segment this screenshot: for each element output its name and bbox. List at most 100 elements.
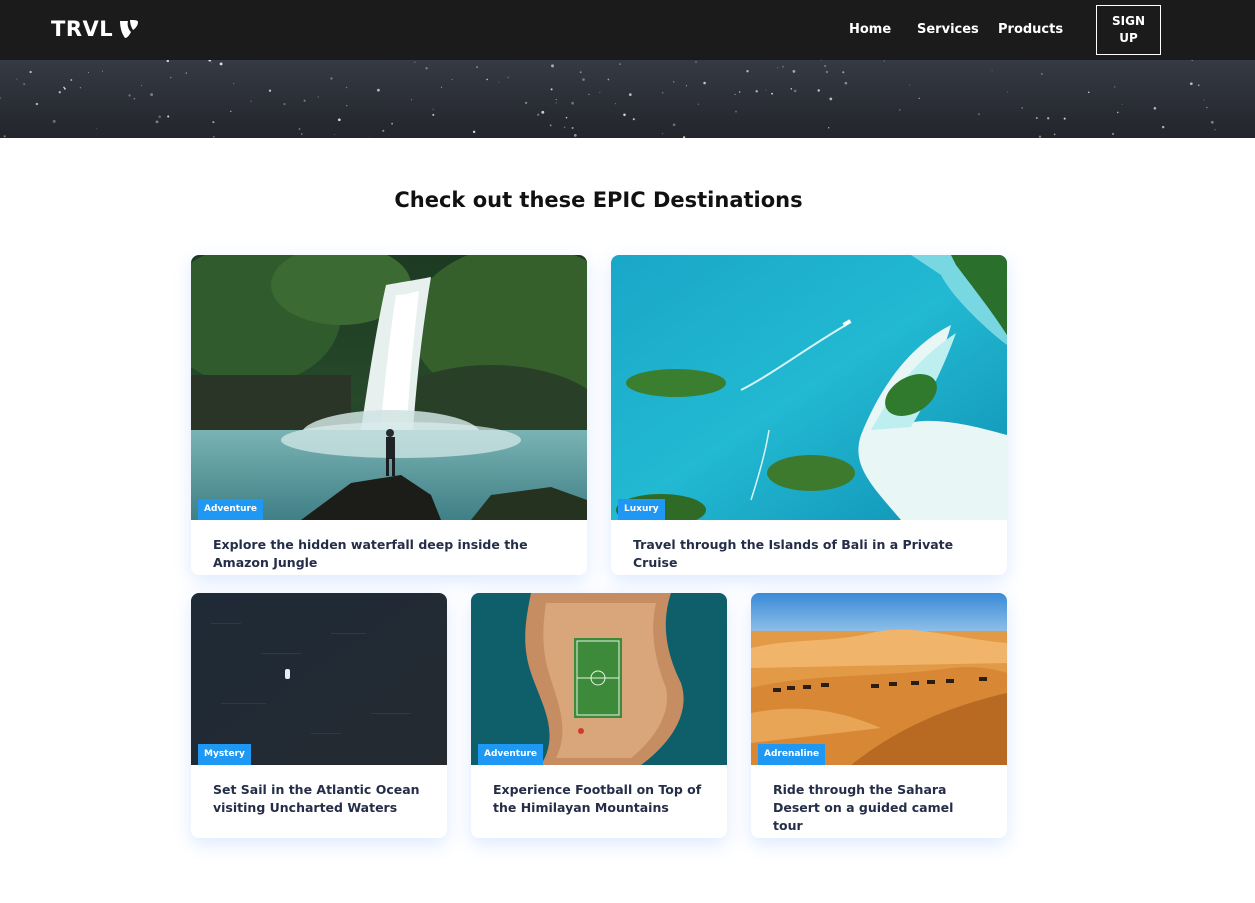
star [697,103,699,105]
navbar: TRVL Home Services Products SIGN UP [0,0,1255,60]
star [536,113,540,116]
star [771,92,774,95]
destination-card-atlantic[interactable]: Mystery Set Sail in the Atlantic Ocean v… [191,593,447,838]
star [70,79,73,81]
signup-button[interactable]: SIGN UP [1096,5,1161,55]
star [588,93,590,96]
star [817,89,820,92]
nav-link-services[interactable]: Services [917,22,979,37]
star [1041,73,1043,75]
logo-link[interactable]: TRVL [51,17,139,41]
star [486,78,488,81]
destination-card-sahara[interactable]: Adrenaline Ride through the Sahara Deser… [751,593,1007,838]
star [1112,133,1114,135]
star [1189,82,1193,86]
star [133,97,136,100]
star [623,113,626,117]
star [1087,91,1090,94]
star [79,87,82,89]
star [820,60,822,62]
star [555,99,557,100]
category-badge: Adventure [478,744,544,765]
star [1210,120,1214,124]
star [369,137,370,138]
category-badge: Luxury [618,499,665,520]
star [158,115,162,119]
star [777,67,779,69]
star [1117,111,1119,114]
star [1047,117,1050,120]
star [1206,106,1208,109]
card-title: Set Sail in the Atlantic Ocean visiting … [213,782,420,815]
star [571,126,574,130]
star [29,70,32,74]
star [498,81,500,83]
star [166,60,170,63]
star [298,128,301,130]
star [793,89,797,93]
star [524,101,528,105]
star [425,67,428,70]
star [563,126,566,129]
star [662,133,664,135]
star [63,87,66,90]
star [978,113,980,115]
star [672,123,676,127]
star [212,121,215,124]
star [476,66,479,69]
star [451,78,453,81]
star [632,118,635,121]
star [1053,133,1056,136]
star [88,72,89,74]
star [1191,60,1193,61]
star [695,61,697,63]
nav-link-products[interactable]: Products [998,22,1063,37]
star [432,113,435,116]
star [842,71,845,74]
card-title: Travel through the Islands of Bali in a … [633,537,954,570]
star [317,96,319,98]
star [23,83,26,86]
card-title: Experience Football on Top of the Himila… [493,782,702,815]
star [829,97,833,101]
card-title: Ride through the Sahara Desert on a guid… [773,782,954,833]
star [472,130,476,134]
destination-card-waterfall[interactable]: Adventure Explore the hidden waterfall d… [191,255,587,575]
star [330,77,333,80]
star [391,122,394,125]
card-image-football: Adventure [471,593,727,765]
star [582,78,585,81]
star [58,91,61,94]
star [212,136,215,138]
star [440,86,442,88]
star [1153,107,1157,110]
card-title: Explore the hidden waterfall deep inside… [213,537,528,570]
star [628,93,632,96]
star [169,76,172,79]
star [792,70,796,73]
star [283,103,286,106]
hero-banner-image [0,60,1255,138]
star [672,81,675,83]
star [1114,86,1116,88]
star [219,62,223,66]
star [571,101,574,105]
destination-card-bali[interactable]: Luxury Travel through the Islands of Bal… [611,255,1007,575]
star [614,103,617,105]
star [909,84,911,86]
star [825,70,829,74]
star [301,133,303,135]
star [303,99,306,102]
category-badge: Adventure [198,499,264,520]
star [1038,135,1042,138]
star [703,81,706,85]
star [414,61,416,63]
card-image-ocean: Mystery [191,593,447,765]
star [619,63,621,65]
nav-link-home[interactable]: Home [849,22,891,37]
star [685,85,688,87]
star [1021,106,1024,109]
destination-card-football[interactable]: Adventure Experience Football on Top of … [471,593,727,838]
star [346,105,348,107]
card-image-islands: Luxury [611,255,1007,520]
